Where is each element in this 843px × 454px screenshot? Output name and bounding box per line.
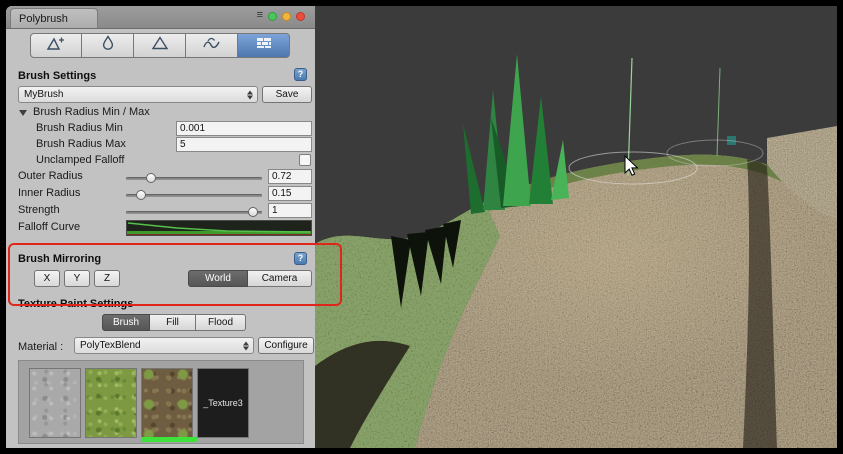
window-button-red-icon[interactable] — [296, 12, 305, 21]
radius-foldout-label[interactable]: Brush Radius Min / Max — [33, 106, 150, 118]
material-value: PolyTexBlend — [80, 340, 141, 351]
brush-preset-dropdown[interactable]: MyBrush — [18, 86, 258, 103]
tool-sculpt-button[interactable] — [30, 33, 82, 58]
prism-triangle-icon — [150, 35, 170, 56]
strength-slider-thumb[interactable] — [248, 207, 258, 217]
outer-radius-field[interactable]: 0.72 — [268, 169, 312, 184]
window-menu-icon[interactable]: ≡ — [257, 9, 263, 21]
texture-swatch-label: _Texture3 — [203, 398, 243, 408]
tool-mode-toolbar — [30, 33, 290, 58]
texture-strength-bar — [141, 437, 197, 442]
brush-preset-value: MyBrush — [24, 89, 63, 100]
scene-view[interactable] — [315, 6, 837, 448]
tool-smooth-button[interactable] — [82, 33, 134, 58]
polybrush-panel: Polybrush ≡ — [6, 6, 315, 448]
tool-prefab-button[interactable] — [186, 33, 238, 58]
mirror-x-button[interactable]: X — [34, 270, 60, 287]
window-button-green-icon[interactable] — [268, 12, 277, 21]
falloff-curve-label: Falloff Curve — [18, 221, 80, 233]
inner-radius-slider-thumb[interactable] — [136, 190, 146, 200]
strength-slider[interactable] — [126, 211, 262, 214]
scene-canvas — [315, 6, 837, 448]
window-titlebar: Polybrush ≡ — [6, 6, 315, 29]
wave-icon — [202, 35, 222, 56]
tab-polybrush[interactable]: Polybrush — [10, 8, 98, 28]
radius-max-field[interactable]: 5 — [176, 137, 312, 152]
material-label: Material : — [18, 341, 63, 353]
texture-bricks-icon — [254, 35, 274, 56]
window-button-yellow-icon[interactable] — [282, 12, 291, 21]
app-window: Polybrush ≡ — [0, 0, 843, 454]
inner-radius-label: Inner Radius — [18, 187, 80, 199]
radius-max-label: Brush Radius Max — [36, 138, 126, 150]
mirror-space-world-button[interactable]: World — [188, 270, 248, 287]
outer-radius-label: Outer Radius — [18, 170, 83, 182]
tool-texture-button[interactable] — [238, 33, 290, 58]
mirror-z-button[interactable]: Z — [94, 270, 120, 287]
tool-color-button[interactable] — [134, 33, 186, 58]
texture-paint-header: Texture Paint Settings — [18, 298, 133, 310]
texture-swatch-dirt[interactable] — [141, 368, 193, 438]
inner-radius-slider[interactable] — [126, 194, 262, 197]
paint-mode-fill-button[interactable]: Fill — [150, 314, 196, 331]
texture-swatch-texture3[interactable]: _Texture3 — [197, 368, 249, 438]
inner-radius-field[interactable]: 0.15 — [268, 186, 312, 201]
radius-min-label: Brush Radius Min — [36, 122, 123, 134]
dropdown-arrows-icon — [247, 90, 253, 99]
strength-label: Strength — [18, 204, 60, 216]
sculpt-mountain-icon — [46, 35, 66, 56]
mirror-space-group: World Camera — [188, 270, 312, 287]
falloff-curve-widget[interactable] — [126, 220, 312, 236]
falloff-curve-graph — [127, 221, 311, 235]
unclamped-falloff-label: Unclamped Falloff — [36, 154, 124, 166]
configure-button[interactable]: Configure — [258, 337, 314, 354]
outer-radius-slider[interactable] — [126, 177, 262, 180]
foldout-arrow-icon[interactable] — [19, 110, 27, 116]
unclamped-falloff-checkbox[interactable] — [299, 154, 311, 166]
brush-settings-header: Brush Settings — [18, 70, 96, 82]
outer-radius-slider-thumb[interactable] — [146, 173, 156, 183]
help-icon-brush-settings[interactable]: ? — [294, 68, 307, 81]
droplet-icon — [98, 35, 118, 56]
strength-field[interactable]: 1 — [268, 203, 312, 218]
dropdown-arrows-icon — [243, 341, 249, 350]
help-icon-brush-mirroring[interactable]: ? — [294, 252, 307, 265]
paint-mode-group: Brush Fill Flood — [102, 314, 246, 331]
brush-mirroring-header: Brush Mirroring — [18, 253, 101, 265]
texture-swatch-concrete[interactable] — [29, 368, 81, 438]
save-button[interactable]: Save — [262, 86, 312, 103]
paint-mode-flood-button[interactable]: Flood — [196, 314, 246, 331]
mirror-space-camera-button[interactable]: Camera — [248, 270, 312, 287]
mirror-y-button[interactable]: Y — [64, 270, 90, 287]
material-dropdown[interactable]: PolyTexBlend — [74, 337, 254, 354]
texture-palette: _Texture3 — [18, 360, 304, 444]
paint-mode-brush-button[interactable]: Brush — [102, 314, 150, 331]
radius-min-field[interactable]: 0.001 — [176, 121, 312, 136]
texture-swatch-grass[interactable] — [85, 368, 137, 438]
